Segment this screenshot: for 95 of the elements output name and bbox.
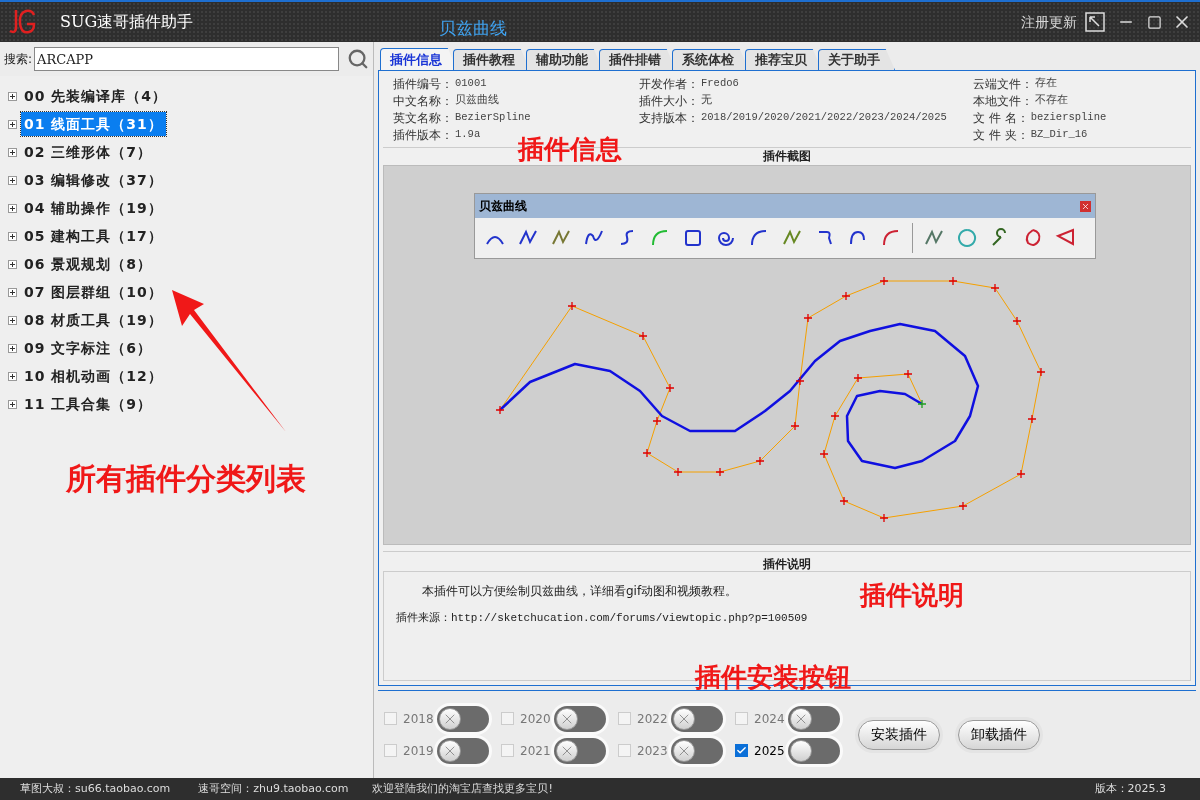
maximize-icon[interactable] [1147, 14, 1162, 30]
toggle-switch[interactable] [788, 705, 840, 732]
info-value: 无 [701, 92, 712, 108]
version-year: 2018 [403, 710, 431, 728]
info-value: 不存在 [1035, 92, 1068, 108]
version-year: 2025 [754, 742, 782, 760]
expand-icon[interactable] [8, 287, 17, 297]
toggle-knob[interactable] [673, 739, 695, 762]
info-label: 中文名称： [393, 92, 453, 110]
annotation-label: 所有插件分类列表 [66, 460, 306, 498]
category-item[interactable]: 04 辅助操作（19） [21, 196, 166, 220]
expand-icon[interactable] [8, 119, 17, 129]
info-label: 英文名称： [393, 109, 453, 127]
category-item[interactable]: 11 工具合集（9） [21, 392, 156, 416]
annotation-label: 插件信息 [518, 133, 622, 166]
expand-icon[interactable] [8, 259, 17, 269]
expand-icon[interactable] [8, 399, 17, 409]
info-label: 开发作者： [639, 75, 699, 93]
register-update-link[interactable]: 注册更新 [1021, 11, 1077, 33]
expand-icon[interactable] [8, 175, 17, 185]
tab[interactable]: 关于助手 [818, 49, 895, 70]
toggle-knob[interactable] [556, 707, 578, 730]
info-label: 插件版本： [393, 126, 453, 144]
toggle-switch[interactable] [437, 705, 489, 732]
toggle-switch[interactable] [554, 705, 606, 732]
expand-icon[interactable] [8, 147, 17, 157]
version-checkbox[interactable] [735, 744, 748, 757]
source-text: 插件来源：http://sketchucation.com/forums/viewtopic.php?p=100509 [396, 611, 809, 626]
expand-icon[interactable] [8, 371, 17, 381]
info-value: Fredo6 [701, 75, 739, 91]
window-title: SUG速哥插件助手 [60, 11, 194, 33]
version-year: 2020 [520, 710, 548, 728]
info-value: 1.9a [455, 126, 481, 142]
info-label: 插件大小： [639, 92, 699, 110]
expand-icon[interactable] [8, 231, 17, 241]
category-item[interactable]: 06 景观规划（8） [21, 252, 156, 276]
screenshot-title: 插件截图 [763, 149, 811, 163]
info-value: BezierSpline [455, 109, 531, 125]
annotation-label: 插件安装按钮 [695, 661, 851, 694]
annotation-label: 插件说明 [860, 579, 964, 612]
toggle-knob[interactable] [556, 739, 578, 762]
info-label: 支持版本： [639, 109, 699, 127]
info-value: BZ_Dir_16 [1030, 126, 1088, 142]
version-year: 2023 [637, 742, 665, 760]
toggle-knob[interactable] [439, 707, 461, 730]
version-year: 2019 [403, 742, 431, 760]
shrink-window-icon[interactable] [1085, 12, 1105, 32]
toggle-switch[interactable] [437, 737, 489, 764]
category-item[interactable]: 01 线面工具（31） [21, 112, 166, 136]
toggle-switch[interactable] [554, 737, 606, 764]
action-button[interactable]: 安装插件 [858, 719, 940, 750]
expand-icon[interactable] [8, 343, 17, 353]
category-item[interactable]: 08 材质工具（19） [21, 308, 166, 332]
category-item[interactable]: 09 文字标注（6） [21, 336, 156, 360]
expand-icon[interactable] [8, 315, 17, 325]
search-icon[interactable] [347, 48, 369, 70]
toggle-knob[interactable] [439, 739, 461, 762]
info-value: bezierspline [1030, 109, 1107, 125]
toggle-knob[interactable] [673, 707, 695, 730]
info-value: 贝兹曲线 [455, 92, 499, 108]
category-item[interactable]: 00 先装编译库（4） [21, 84, 171, 108]
category-item[interactable]: 07 图层群组（10） [21, 280, 166, 304]
info-label: 文 件 夹： [973, 126, 1029, 144]
description-title: 插件说明 [763, 557, 811, 571]
search-label: 搜索: [4, 51, 33, 68]
category-item[interactable]: 02 三维形体（7） [21, 140, 156, 164]
status-text: 欢迎登陆我们的淘宝店查找更多宝贝! [372, 780, 553, 797]
version-text: 版本：2025.3 [1094, 780, 1166, 797]
info-value: 01001 [455, 75, 487, 91]
status-text: 速哥空间：zhu9.taobao.com [198, 780, 349, 797]
toggle-switch[interactable] [788, 737, 840, 764]
version-year: 2024 [754, 710, 782, 728]
version-year: 2022 [637, 710, 665, 728]
category-item[interactable]: 05 建构工具（17） [21, 224, 166, 248]
version-year: 2021 [520, 742, 548, 760]
toggle-knob[interactable] [790, 739, 812, 762]
info-value: 2018/2019/2020/2021/2022/2023/2024/2025 [701, 109, 947, 125]
toggle-switch[interactable] [671, 737, 723, 764]
info-label: 插件编号： [393, 75, 453, 93]
info-value: 存在 [1035, 75, 1057, 91]
category-item[interactable]: 10 相机动画（12） [21, 364, 166, 388]
action-button[interactable]: 卸载插件 [958, 719, 1040, 750]
status-text: 草图大叔：su66.taobao.com [20, 780, 171, 797]
info-label: 本地文件： [973, 92, 1033, 110]
category-item[interactable]: 03 编辑修改（37） [21, 168, 166, 192]
info-label: 文 件 名： [973, 109, 1029, 127]
description-text: 本插件可以方便绘制贝兹曲线，详细看gif动图和视频教程。 [421, 583, 738, 600]
toggle-knob[interactable] [790, 707, 812, 730]
toolbar-title: 贝兹曲线 [479, 198, 527, 215]
plugin-title: 贝兹曲线 [439, 17, 508, 41]
toggle-switch[interactable] [671, 705, 723, 732]
info-label: 云端文件： [973, 75, 1033, 93]
expand-icon[interactable] [8, 203, 17, 213]
search-field[interactable]: ARCAPP [34, 47, 339, 71]
expand-icon[interactable] [8, 91, 17, 101]
